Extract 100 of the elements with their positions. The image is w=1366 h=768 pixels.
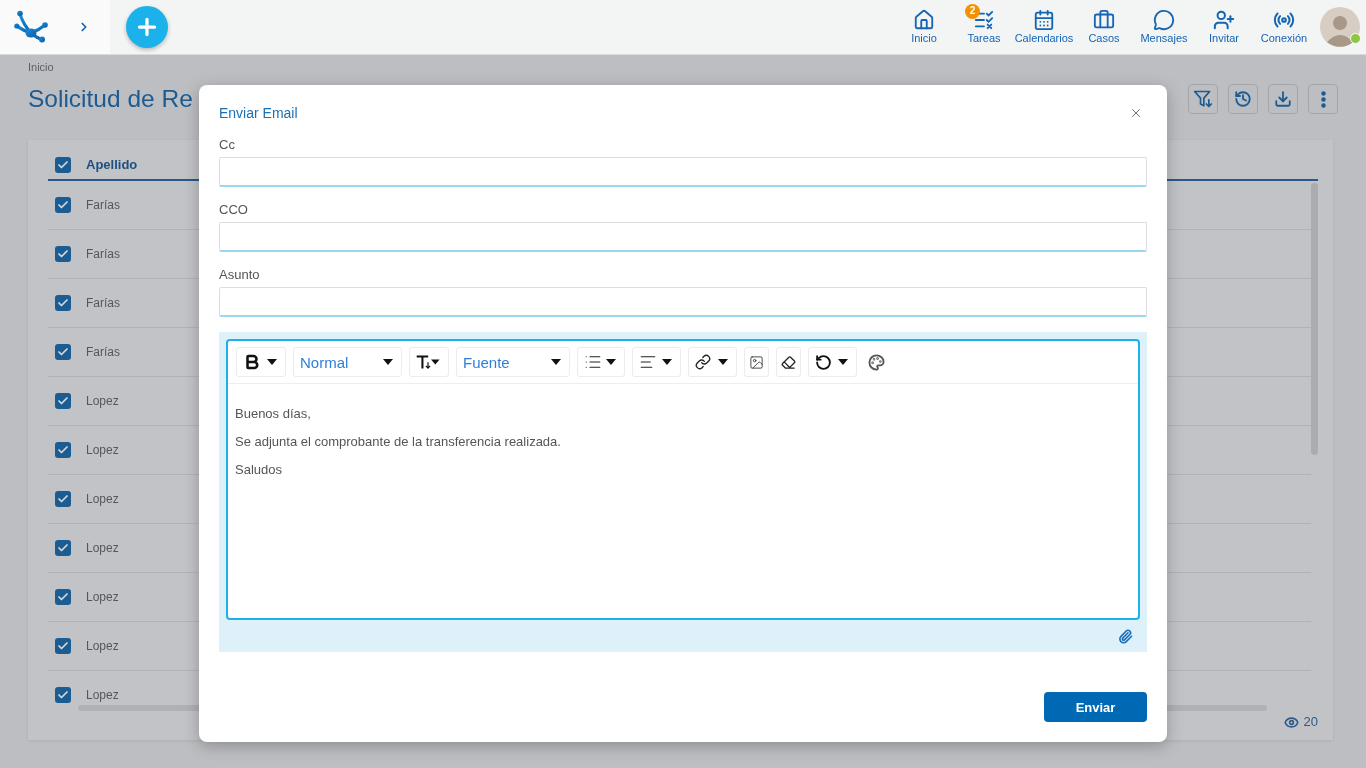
table-cell: Farías	[86, 247, 120, 261]
column-header[interactable]: Apellido	[86, 157, 138, 172]
checklist-icon	[973, 9, 995, 30]
checkbox[interactable]	[55, 393, 71, 409]
caret-icon	[431, 359, 440, 365]
checkbox[interactable]	[55, 491, 71, 507]
history-icon	[1234, 90, 1252, 108]
input-field[interactable]	[219, 157, 1147, 187]
field-label: Cc	[219, 136, 235, 154]
checkbox[interactable]	[55, 589, 71, 605]
checkbox[interactable]	[55, 638, 71, 654]
caret-icon	[606, 359, 616, 365]
undo-icon	[815, 353, 832, 371]
nav-item[interactable]: 2 Tareas	[954, 0, 1014, 54]
filter-button[interactable]	[1188, 84, 1218, 114]
download-button[interactable]	[1268, 84, 1298, 114]
caret-icon	[718, 359, 728, 365]
link-icon	[695, 354, 711, 370]
font-select[interactable]: Fuente	[456, 347, 570, 377]
message-field[interactable]: Buenos días, Se adjunta el comprobante de la transferencia realizada. Saludos	[228, 384, 1138, 618]
speech-bubble-icon	[1153, 8, 1175, 31]
nav-item[interactable]: Calendarios	[1014, 0, 1074, 54]
check-icon	[57, 493, 69, 505]
logo-icon	[14, 10, 50, 44]
checkbox[interactable]	[55, 246, 71, 262]
dialog-title: Enviar Email	[219, 104, 298, 122]
briefcase-icon	[1093, 8, 1115, 31]
nav-item[interactable]: Conexión	[1254, 0, 1314, 54]
bold-button[interactable]	[236, 347, 286, 377]
checkbox[interactable]	[55, 197, 71, 213]
history-button[interactable]	[1228, 84, 1258, 114]
avatar[interactable]	[1320, 7, 1360, 47]
input-field[interactable]	[219, 287, 1147, 317]
check-icon	[57, 542, 69, 554]
eraser-icon	[781, 354, 796, 370]
palette-icon[interactable]	[868, 353, 885, 371]
table-cell: Farías	[86, 296, 120, 310]
more-button[interactable]	[1308, 84, 1338, 114]
caret-icon	[267, 359, 277, 365]
input-field[interactable]	[219, 222, 1147, 252]
count-badge: 2	[965, 3, 980, 19]
add-user-icon	[1213, 8, 1235, 31]
check-icon	[57, 640, 69, 652]
undo-button[interactable]	[808, 347, 857, 377]
checkbox[interactable]	[55, 295, 71, 311]
caret-icon	[551, 359, 561, 365]
caret-icon	[383, 359, 393, 365]
check-icon	[57, 346, 69, 358]
check-icon	[57, 158, 69, 171]
table-cell: Lopez	[86, 639, 119, 653]
checkbox[interactable]	[55, 442, 71, 458]
text-size-button[interactable]	[409, 347, 449, 377]
link-button[interactable]	[688, 347, 737, 377]
checkbox[interactable]	[55, 687, 71, 703]
checkbox[interactable]	[55, 344, 71, 360]
heading-select[interactable]: Normal	[293, 347, 402, 377]
check-icon	[57, 199, 69, 211]
table-cell: Lopez	[86, 443, 119, 457]
check-icon	[57, 248, 69, 260]
eye-icon	[1283, 714, 1299, 730]
caret-icon	[662, 359, 672, 365]
message-line: Se adjunta el comprobante de la transferencia realizada.	[235, 433, 561, 451]
home-icon	[913, 8, 935, 31]
nav-item[interactable]: Invitar	[1194, 0, 1254, 54]
breadcrumb[interactable]: Inicio	[28, 60, 54, 74]
table-cell: Lopez	[86, 541, 119, 555]
check-icon	[57, 591, 69, 603]
table-cell: Lopez	[86, 590, 119, 604]
check-icon	[57, 395, 69, 407]
bold-icon	[243, 353, 261, 371]
nav-item[interactable]: Casos	[1074, 0, 1134, 54]
align-button[interactable]	[632, 347, 681, 377]
caret-icon	[838, 359, 848, 365]
table-cell: Lopez	[86, 688, 119, 702]
message-line: Saludos	[235, 461, 282, 479]
nav-item[interactable]: Mensajes	[1134, 0, 1194, 54]
field-label: Asunto	[219, 266, 260, 284]
row-count: 20	[1303, 714, 1318, 730]
list-button[interactable]	[577, 347, 625, 377]
eraser-button[interactable]	[776, 347, 801, 377]
check-icon	[57, 689, 69, 701]
close-icon[interactable]	[1129, 106, 1143, 120]
table-cell: Farías	[86, 345, 120, 359]
check-icon	[57, 297, 69, 309]
table-cell: Farías	[86, 198, 120, 212]
list-icon	[584, 353, 602, 371]
nav-item[interactable]: Inicio	[894, 0, 954, 54]
paperclip-icon[interactable]	[1118, 628, 1133, 644]
more-icon	[1320, 90, 1326, 108]
check-icon	[57, 444, 69, 456]
align-left-icon	[639, 353, 657, 371]
message-line: Buenos días,	[235, 405, 311, 423]
download-icon	[1274, 90, 1292, 108]
page-title: Solicitud de Re	[28, 84, 193, 114]
send-button[interactable]: Enviar	[1044, 692, 1147, 722]
checkbox[interactable]	[55, 156, 71, 173]
calendar-icon	[1033, 8, 1055, 31]
table-cell: Lopez	[86, 394, 119, 408]
checkbox[interactable]	[55, 540, 71, 556]
image-button[interactable]	[744, 347, 769, 377]
